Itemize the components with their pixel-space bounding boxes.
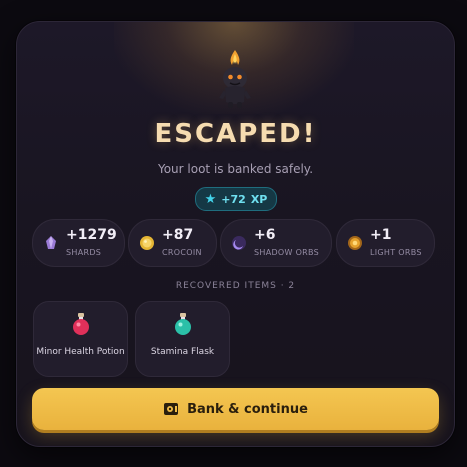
star-icon: ★ — [204, 191, 217, 207]
xp-unit: XP — [250, 192, 268, 206]
escape-result-modal: ESCAPED! Your loot is banked safely. ★ +… — [16, 21, 455, 447]
recovered-items-heading: RECOVERED ITEMS · 2 — [175, 281, 296, 291]
reward-label: LIGHT ORBS — [370, 248, 422, 257]
result-title: ESCAPED! — [154, 119, 317, 149]
reward-light-orbs: +1 LIGHT ORBS — [336, 219, 435, 267]
reward-crocoin: +87 CROCOIN — [128, 219, 217, 267]
red-potion-icon — [73, 313, 89, 335]
shadow-orb-icon — [232, 236, 246, 250]
result-subtitle: Your loot is banked safely. — [157, 162, 314, 176]
reward-amount: +6 — [254, 227, 276, 243]
reward-amount: +87 — [162, 227, 194, 243]
shard-crystal-icon — [46, 236, 56, 249]
reward-shadow-orbs: +6 SHADOW ORBS — [220, 219, 332, 267]
bank-continue-label: Bank & continue — [187, 401, 308, 417]
teal-potion-icon — [175, 313, 191, 335]
item-name: Stamina Flask — [150, 347, 215, 357]
rewards-row: +1279 SHARDS +87 CROCOIN +6 SHADOW ORBS — [32, 219, 439, 267]
reward-amount: +1 — [370, 227, 392, 243]
bank-icon — [164, 403, 179, 415]
xp-badge: ★ +72 XP — [195, 187, 277, 211]
light-orb-icon — [348, 236, 362, 250]
reward-label: CROCOIN — [162, 248, 202, 257]
bank-continue-button[interactable]: Bank & continue — [32, 388, 439, 430]
shadow-creature-icon — [219, 50, 251, 108]
item-name: Minor Health Potion — [36, 347, 125, 357]
reward-amount: +1279 — [66, 227, 117, 243]
reward-label: SHARDS — [66, 248, 102, 257]
recovered-item[interactable]: Minor Health Potion — [33, 301, 128, 377]
xp-value: +72 — [221, 192, 246, 206]
reward-shards: +1279 SHARDS — [32, 219, 125, 267]
recovered-item[interactable]: Stamina Flask — [135, 301, 230, 377]
crocoin-coin-icon — [140, 236, 154, 250]
reward-label: SHADOW ORBS — [254, 248, 320, 257]
